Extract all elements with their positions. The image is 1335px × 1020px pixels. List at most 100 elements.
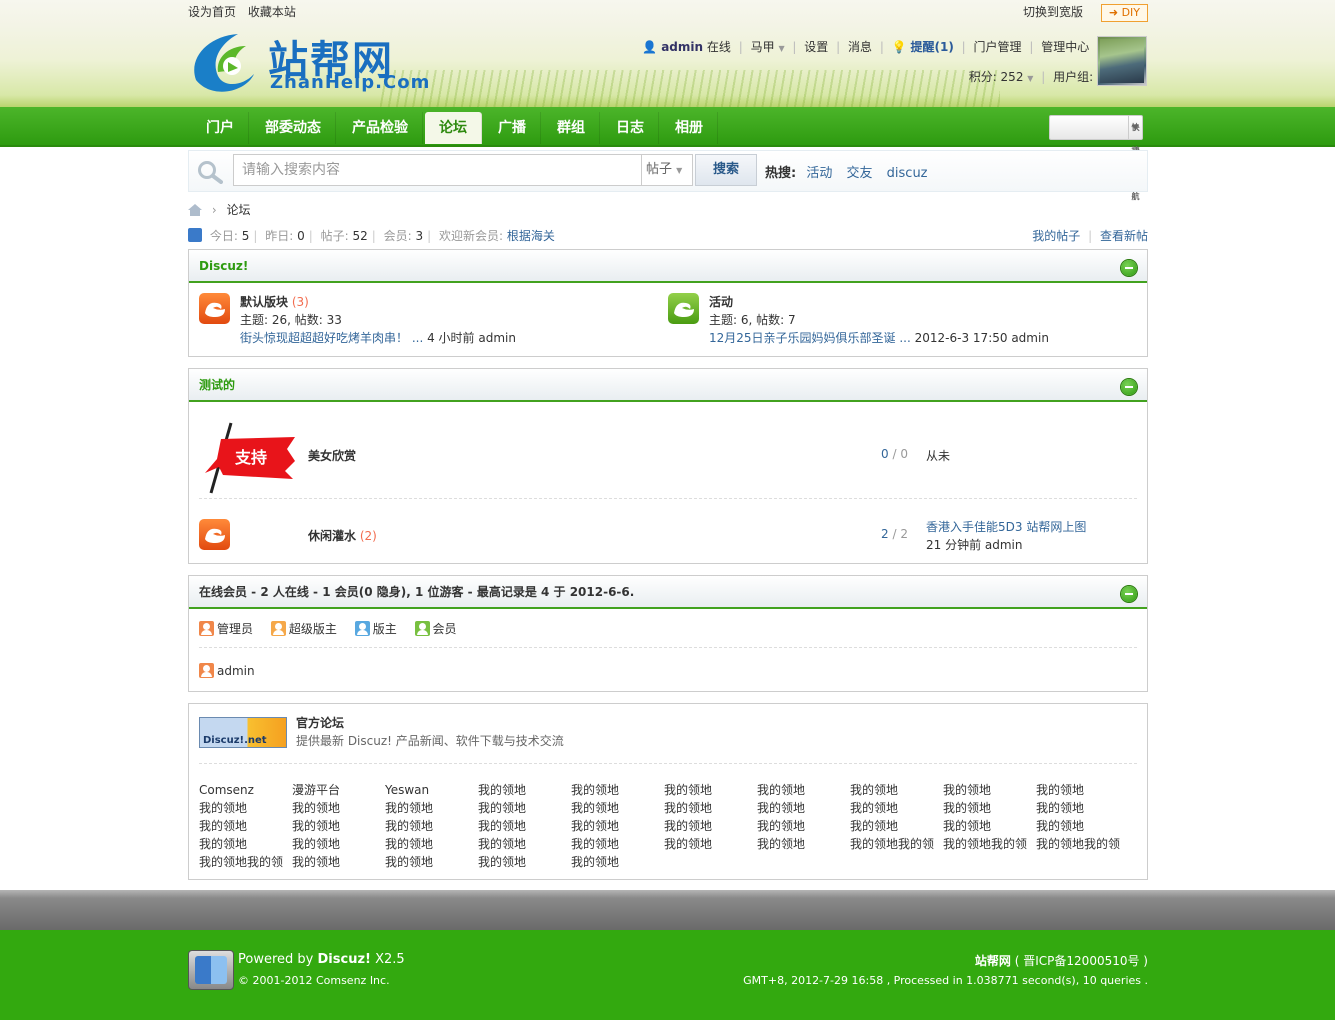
friend-link[interactable]: 我的领地我的领	[199, 853, 292, 871]
friend-link[interactable]: 我的领地	[292, 817, 385, 835]
switch-wide-link[interactable]: 切换到宽版	[1023, 5, 1083, 19]
online-user[interactable]: admin	[199, 662, 255, 680]
friend-link[interactable]: 我的领地	[478, 799, 571, 817]
forum-name[interactable]: 休闲灌水	[308, 529, 356, 543]
admin-center-link[interactable]: 管理中心	[1041, 40, 1089, 54]
remind-link[interactable]: 提醒(1)	[911, 40, 954, 54]
new-posts-link[interactable]: 查看新帖	[1100, 229, 1148, 243]
search-button[interactable]: 搜索	[695, 154, 757, 186]
friend-link[interactable]: 我的领地	[850, 799, 943, 817]
friend-link[interactable]: 我的领地	[571, 799, 664, 817]
friend-link[interactable]: 我的领地	[850, 781, 943, 799]
friend-link[interactable]: 我的领地	[757, 781, 850, 799]
friend-link[interactable]: 我的领地	[757, 835, 850, 853]
friend-link[interactable]: 我的领地	[571, 835, 664, 853]
friend-link[interactable]: Yeswan	[385, 781, 478, 799]
friend-link[interactable]: 我的领地	[385, 853, 478, 871]
home-icon[interactable]	[188, 204, 202, 216]
portal-manage-link[interactable]: 门户管理	[974, 40, 1022, 54]
newest-member-link[interactable]: 根据海关	[507, 229, 555, 243]
friend-link[interactable]: 我的领地	[1036, 799, 1129, 817]
friend-link[interactable]: 漫游平台	[292, 781, 385, 799]
friend-link[interactable]: 我的领地	[943, 817, 1036, 835]
friend-link[interactable]: 我的领地	[1036, 781, 1129, 799]
friend-link[interactable]: 我的领地	[571, 817, 664, 835]
friend-link[interactable]: 我的领地	[478, 781, 571, 799]
nav-item-product-inspection[interactable]: 产品检验	[338, 112, 423, 144]
friend-link[interactable]: 我的领地	[385, 835, 478, 853]
set-home-link[interactable]: 设为首页	[188, 5, 236, 19]
forum-last-post-link[interactable]: 12月25日亲子乐园妈妈俱乐部圣诞 ...	[709, 331, 911, 345]
collapse-icon[interactable]	[1121, 379, 1137, 395]
friend-link[interactable]: 我的领地	[478, 853, 571, 871]
friend-link[interactable]: 我的领地	[571, 781, 664, 799]
collapse-icon[interactable]	[1121, 586, 1137, 602]
friend-link[interactable]: 我的领地	[292, 853, 385, 871]
friend-link[interactable]: 我的领地	[478, 835, 571, 853]
forum-item[interactable]: 活动 主题: 6, 帖数: 7 12月25日亲子乐园妈妈俱乐部圣诞 ... 20…	[668, 293, 1138, 347]
friend-link[interactable]: 我的领地	[850, 817, 943, 835]
official-forum-title[interactable]: 官方论坛	[296, 714, 564, 732]
nav-item-blog[interactable]: 日志	[602, 112, 659, 144]
friend-link[interactable]: 我的领地我的领	[943, 835, 1036, 853]
site-logo[interactable]: 站帮网 ZhanHelp.Com	[188, 28, 433, 96]
forum-name[interactable]: 美女欣赏	[308, 447, 356, 464]
quick-nav-button[interactable]: 快捷导航▼	[1049, 115, 1143, 201]
official-forum-logo[interactable]: Discuz!.net	[199, 717, 287, 748]
category-header[interactable]: 测试的	[189, 369, 1147, 402]
forum-name[interactable]: 默认版块	[240, 295, 288, 309]
forum-row[interactable]: 休闲灌水 (2) 2 / 2 香港入手佳能5D3 站帮网上图 21 分钟前 ad…	[199, 507, 1137, 557]
nav-item-broadcast[interactable]: 广播	[484, 112, 541, 144]
nav-item-album[interactable]: 相册	[661, 112, 718, 144]
friend-link[interactable]: 我的领地我的领	[1036, 835, 1129, 853]
forum-last-post-link[interactable]: 街头惊现超超超好吃烤羊肉串！ ...	[240, 331, 423, 345]
discuz-link[interactable]: Discuz!	[318, 952, 371, 967]
friend-link[interactable]: 我的领地	[385, 817, 478, 835]
friend-link[interactable]: 我的领地我的领	[850, 835, 943, 853]
forum-last-post-link[interactable]: 香港入手佳能5D3 站帮网上图	[926, 520, 1086, 534]
friend-link[interactable]: 我的领地	[1036, 817, 1129, 835]
friend-link[interactable]: 我的领地	[292, 799, 385, 817]
friend-link[interactable]: 我的领地	[199, 799, 292, 817]
friend-link[interactable]: 我的领地	[199, 835, 292, 853]
credits-dropdown[interactable]: 积分: 252 ▼	[969, 70, 1034, 84]
bookmark-link[interactable]: 收藏本站	[248, 5, 296, 19]
nav-item-ministry[interactable]: 部委动态	[251, 112, 336, 144]
online-header[interactable]: 在线会员 - 2 人在线 - 1 会员(0 隐身), 1 位游客 - 最高记录是…	[189, 576, 1147, 609]
friend-link[interactable]: 我的领地	[385, 799, 478, 817]
hot-link-activity[interactable]: 活动	[806, 166, 832, 181]
nav-item-portal[interactable]: 门户	[192, 112, 249, 144]
nav-item-groups[interactable]: 群组	[543, 112, 600, 144]
settings-link[interactable]: 设置	[804, 40, 828, 54]
friend-link[interactable]: 我的领地	[664, 799, 757, 817]
search-type-select[interactable]: 帖子 ▼	[641, 154, 693, 186]
friend-link[interactable]: 我的领地	[664, 781, 757, 799]
site-name-link[interactable]: 站帮网	[975, 954, 1011, 968]
my-posts-link[interactable]: 我的帖子	[1032, 229, 1080, 243]
diy-button[interactable]: ➜ DIY	[1100, 4, 1148, 22]
collapse-icon[interactable]	[1121, 260, 1137, 276]
friend-link[interactable]: 我的领地	[757, 817, 850, 835]
friend-link[interactable]: 我的领地	[292, 835, 385, 853]
hot-link-discuz[interactable]: discuz	[887, 166, 928, 181]
friend-link[interactable]: 我的领地	[478, 817, 571, 835]
icp-link[interactable]: ( 晋ICP备12000510号 )	[1015, 954, 1148, 968]
avatar[interactable]	[1097, 36, 1147, 86]
nav-item-forum[interactable]: 论坛	[425, 112, 482, 144]
hot-link-friends[interactable]: 交友	[847, 166, 873, 181]
friend-link[interactable]: 我的领地	[571, 853, 664, 871]
friend-link[interactable]: 我的领地	[664, 835, 757, 853]
friend-link[interactable]: Comsenz	[199, 781, 292, 799]
friend-link[interactable]: 我的领地	[943, 799, 1036, 817]
search-input[interactable]: 请输入搜索内容	[233, 154, 643, 186]
forum-row[interactable]: 支持 美女欣赏 0 / 0 从未	[199, 413, 1137, 499]
horse-dropdown[interactable]: 马甲 ▼	[751, 40, 785, 54]
forum-name[interactable]: 活动	[709, 295, 733, 309]
category-header[interactable]: Discuz!	[189, 250, 1147, 283]
friend-link[interactable]: 我的领地	[199, 817, 292, 835]
messages-link[interactable]: 消息	[848, 40, 872, 54]
friend-link[interactable]: 我的领地	[664, 817, 757, 835]
friend-link[interactable]: 我的领地	[943, 781, 1036, 799]
forum-item[interactable]: 默认版块 (3) 主题: 26, 帖数: 33 街头惊现超超超好吃烤羊肉串！ .…	[199, 293, 659, 347]
friend-link[interactable]: 我的领地	[757, 799, 850, 817]
